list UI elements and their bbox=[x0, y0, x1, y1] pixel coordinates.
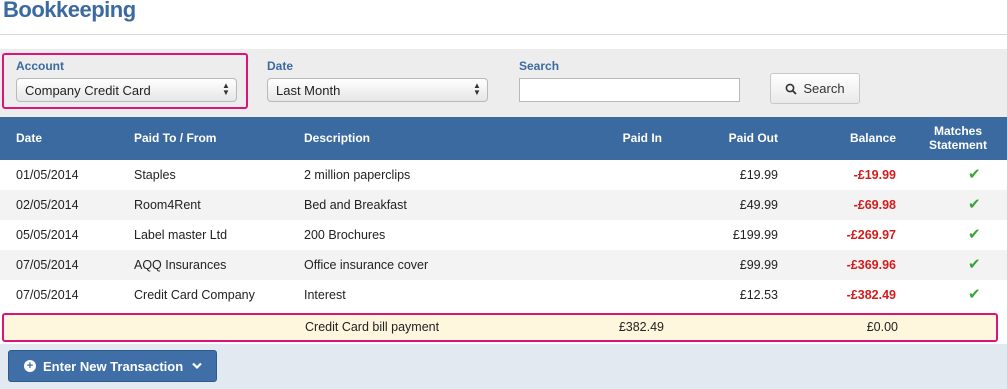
col-matches-line1: Matches bbox=[933, 124, 983, 138]
transactions-body: 01/05/2014 Staples 2 million paperclips … bbox=[0, 160, 1007, 310]
row-date: 02/05/2014 bbox=[16, 198, 79, 212]
account-label: Account bbox=[16, 59, 64, 73]
table-row[interactable]: 05/05/2014 Label master Ltd 200 Brochure… bbox=[0, 220, 1007, 250]
table-header: Date Paid To / From Description Paid In … bbox=[0, 117, 1007, 160]
footer-bar: + Enter New Transaction bbox=[0, 344, 1007, 389]
row-balance: -£382.49 bbox=[846, 288, 896, 302]
row-balance: -£19.99 bbox=[853, 168, 896, 182]
account-select[interactable]: Company Credit Card ▲ ▼ bbox=[16, 78, 237, 102]
row-paid-out: £99.99 bbox=[739, 258, 778, 272]
row-description: 200 Brochures bbox=[304, 228, 386, 242]
table-row[interactable]: 02/05/2014 Room4Rent Bed and Breakfast £… bbox=[0, 190, 1007, 220]
select-arrows-icon: ▲ ▼ bbox=[222, 81, 230, 97]
select-arrows-icon: ▲ ▼ bbox=[473, 81, 481, 97]
search-input[interactable] bbox=[519, 78, 740, 102]
row-balance: -£269.97 bbox=[846, 228, 896, 242]
account-select-value: Company Credit Card bbox=[25, 83, 151, 98]
date-select-value: Last Month bbox=[276, 83, 341, 98]
chevron-down-icon bbox=[192, 362, 202, 370]
row-paid-to-from: Label master Ltd bbox=[134, 228, 228, 242]
table-row[interactable]: 07/05/2014 Credit Card Company Interest … bbox=[0, 280, 1007, 310]
col-date[interactable]: Date bbox=[16, 131, 42, 145]
row-date: 05/05/2014 bbox=[16, 228, 79, 242]
pending-description: Credit Card bill payment bbox=[305, 320, 440, 334]
row-description: Office insurance cover bbox=[304, 258, 429, 272]
row-balance: -£369.96 bbox=[846, 258, 896, 272]
row-paid-to-from: AQQ Insurances bbox=[134, 258, 227, 272]
checkmark-icon[interactable]: ✔ bbox=[968, 255, 981, 273]
plus-circle-icon: + bbox=[24, 360, 36, 372]
row-paid-to-from: Credit Card Company bbox=[134, 288, 255, 302]
row-description: 2 million paperclips bbox=[304, 168, 411, 182]
col-paid-in[interactable]: Paid In bbox=[582, 131, 662, 145]
row-description: Interest bbox=[304, 288, 346, 302]
col-paid-to-from[interactable]: Paid To / From bbox=[134, 131, 216, 145]
date-filter: Date Last Month ▲ ▼ bbox=[267, 59, 488, 102]
checkmark-icon[interactable]: ✔ bbox=[968, 195, 981, 213]
row-paid-out: £199.99 bbox=[732, 228, 778, 242]
search-filter: Search bbox=[519, 59, 740, 102]
page-title: Bookkeeping bbox=[3, 0, 136, 22]
row-date: 01/05/2014 bbox=[16, 168, 79, 182]
checkmark-icon[interactable]: ✔ bbox=[968, 285, 981, 303]
title-divider bbox=[0, 34, 1007, 35]
date-select[interactable]: Last Month ▲ ▼ bbox=[267, 78, 488, 102]
enter-new-transaction-button[interactable]: + Enter New Transaction bbox=[8, 350, 217, 382]
row-paid-out: £49.99 bbox=[739, 198, 778, 212]
pending-paid-in: £382.49 bbox=[618, 320, 664, 334]
search-label: Search bbox=[519, 59, 560, 73]
table-row[interactable]: 01/05/2014 Staples 2 million paperclips … bbox=[0, 160, 1007, 190]
row-date: 07/05/2014 bbox=[16, 258, 79, 272]
pending-transaction-row[interactable]: Credit Card bill payment £382.49 £0.00 bbox=[2, 313, 998, 342]
row-paid-out: £19.99 bbox=[739, 168, 778, 182]
row-description: Bed and Breakfast bbox=[304, 198, 407, 212]
checkmark-icon[interactable]: ✔ bbox=[968, 225, 981, 243]
col-balance[interactable]: Balance bbox=[816, 131, 896, 145]
checkmark-icon[interactable]: ✔ bbox=[968, 165, 981, 183]
row-balance: -£69.98 bbox=[853, 198, 896, 212]
search-icon bbox=[785, 83, 798, 95]
row-date: 07/05/2014 bbox=[16, 288, 79, 302]
row-paid-to-from: Room4Rent bbox=[134, 198, 201, 212]
row-paid-out: £12.53 bbox=[739, 288, 778, 302]
col-matches-line2: Statement bbox=[928, 138, 987, 152]
col-paid-out[interactable]: Paid Out bbox=[698, 131, 778, 145]
table-row[interactable]: 07/05/2014 AQQ Insurances Office insuran… bbox=[0, 250, 1007, 280]
row-paid-to-from: Staples bbox=[134, 168, 176, 182]
enter-new-transaction-label: Enter New Transaction bbox=[43, 358, 184, 374]
col-description[interactable]: Description bbox=[304, 131, 370, 145]
search-button[interactable]: Search bbox=[770, 73, 860, 104]
search-button-label: Search bbox=[803, 81, 845, 96]
col-matches-statement[interactable]: Matches Statement bbox=[918, 124, 998, 152]
pending-balance: £0.00 bbox=[866, 320, 898, 334]
date-label: Date bbox=[267, 59, 294, 73]
account-filter: Account Company Credit Card ▲ ▼ bbox=[16, 59, 237, 102]
